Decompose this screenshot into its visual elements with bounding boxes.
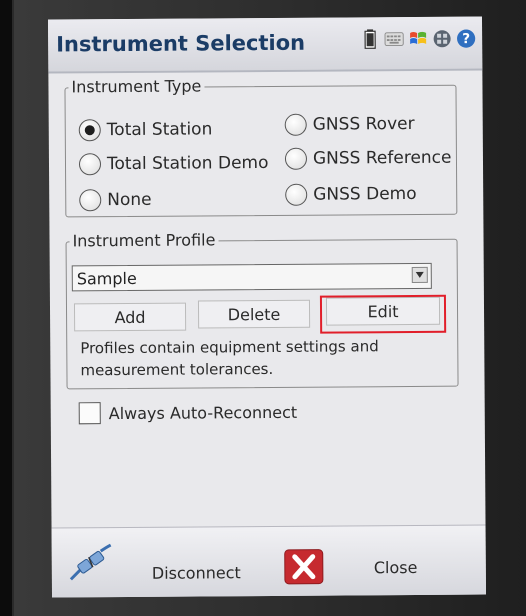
radio-total-station[interactable]: Total Station bbox=[78, 118, 213, 142]
instrument-type-legend: Instrument Type bbox=[68, 76, 205, 97]
auto-reconnect-label: Always Auto-Reconnect bbox=[108, 402, 298, 423]
radio-button[interactable] bbox=[285, 183, 308, 206]
radio-label: Total Station bbox=[106, 119, 213, 141]
network-icon[interactable] bbox=[432, 29, 452, 49]
svg-text:?: ? bbox=[462, 31, 470, 47]
radio-label: Total Station Demo bbox=[106, 152, 269, 175]
profile-dropdown-value: Sample bbox=[76, 268, 137, 289]
radio-button[interactable] bbox=[78, 119, 101, 142]
add-button[interactable]: Add bbox=[73, 302, 187, 332]
radio-gnss-demo[interactable]: GNSS Demo bbox=[285, 183, 417, 206]
chevron-down-icon[interactable] bbox=[411, 266, 428, 283]
screen: Instrument Selection ? Instrument Type T… bbox=[47, 16, 487, 598]
keyboard-icon[interactable] bbox=[384, 29, 404, 49]
auto-reconnect-checkbox-row[interactable]: Always Auto-Reconnect bbox=[78, 401, 298, 425]
disconnect-button[interactable]: Disconnect bbox=[152, 563, 241, 583]
close-button[interactable]: Close bbox=[374, 558, 418, 577]
status-icons: ? bbox=[360, 29, 476, 50]
help-icon[interactable]: ? bbox=[456, 29, 476, 49]
title-bar: Instrument Selection ? bbox=[47, 16, 483, 72]
radio-button[interactable] bbox=[284, 113, 307, 136]
device-bezel: Instrument Selection ? Instrument Type T… bbox=[14, 0, 526, 616]
auto-reconnect-checkbox[interactable] bbox=[78, 402, 101, 425]
radio-button[interactable] bbox=[78, 153, 102, 176]
radio-label: None bbox=[107, 189, 152, 211]
close-icon[interactable] bbox=[282, 547, 326, 587]
radio-button[interactable] bbox=[284, 147, 308, 170]
bottom-command-bar: Disconnect Close bbox=[51, 524, 487, 598]
windows-flag-icon[interactable] bbox=[408, 29, 428, 49]
radio-gnss-rover[interactable]: GNSS Rover bbox=[284, 113, 415, 136]
battery-icon[interactable] bbox=[360, 29, 380, 49]
page-title: Instrument Selection bbox=[56, 30, 306, 57]
profile-info-text: Profiles contain equipment settings and … bbox=[80, 337, 379, 380]
radio-label: GNSS Demo bbox=[313, 183, 417, 205]
instrument-profile-legend: Instrument Profile bbox=[69, 230, 219, 251]
radio-label: GNSS Reference bbox=[312, 147, 452, 169]
device-left-edge bbox=[0, 0, 12, 616]
edit-highlight-box bbox=[319, 294, 447, 334]
radio-label: GNSS Rover bbox=[312, 113, 415, 135]
delete-button[interactable]: Delete bbox=[197, 299, 311, 329]
disconnect-plug-icon[interactable] bbox=[66, 542, 114, 584]
radio-selected-dot bbox=[84, 125, 95, 136]
profile-dropdown[interactable]: Sample bbox=[71, 262, 432, 292]
radio-none[interactable]: None bbox=[79, 189, 152, 212]
radio-total-station-demo[interactable]: Total Station Demo bbox=[78, 152, 269, 176]
radio-button[interactable] bbox=[79, 189, 102, 212]
radio-gnss-reference[interactable]: GNSS Reference bbox=[284, 147, 452, 170]
